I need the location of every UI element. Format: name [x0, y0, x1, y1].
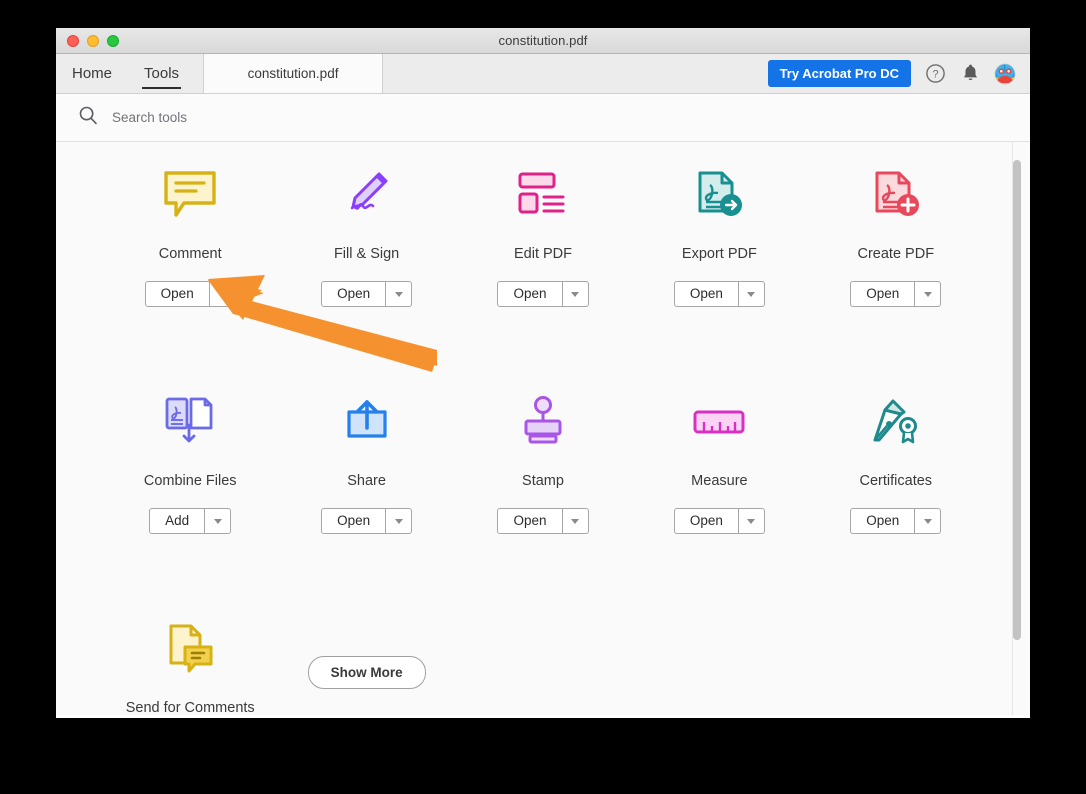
comment-open-dropdown-caret[interactable] [209, 282, 235, 306]
tool-label: Comment [159, 244, 222, 265]
certificates-dropdown-caret[interactable] [914, 509, 940, 533]
export-pdf-open-button-group[interactable]: Open [674, 281, 765, 307]
tab-bar: Home Tools constitution.pdf Try Acrobat … [56, 54, 1030, 94]
edit-pdf-open-button[interactable]: Open [498, 282, 561, 306]
tab-tools-label: Tools [144, 65, 179, 82]
measure-open-button-group[interactable]: Open [674, 508, 765, 534]
user-avatar[interactable] [994, 63, 1016, 85]
certificates-open-button[interactable]: Open [851, 509, 914, 533]
share-upload-icon [330, 385, 404, 459]
fill-and-sign-open-button[interactable]: Open [322, 282, 385, 306]
stamp-icon [506, 385, 580, 459]
vertical-scrollbar[interactable] [1013, 142, 1027, 715]
tools-grid: Comment Open Fill & Sign Open [56, 142, 1030, 715]
tool-label: Send for Comments [126, 698, 255, 715]
edit-layout-icon [506, 158, 580, 232]
comment-open-button-group[interactable]: Open [145, 281, 236, 307]
search-icon [78, 105, 98, 130]
tool-label: Edit PDF [514, 244, 572, 265]
search-bar[interactable]: Search tools [56, 94, 1030, 142]
measure-dropdown-caret[interactable] [738, 509, 764, 533]
close-button[interactable] [67, 35, 79, 47]
combine-files-dropdown-caret[interactable] [204, 509, 230, 533]
send-comments-icon [153, 612, 227, 686]
combine-files-add-button[interactable]: Add [150, 509, 204, 533]
tool-label: Stamp [522, 471, 564, 492]
tab-home-label: Home [72, 65, 112, 82]
combine-files-icon [153, 385, 227, 459]
share-open-button[interactable]: Open [322, 509, 385, 533]
bell-icon[interactable] [959, 63, 981, 85]
show-more-cell: Show More [278, 596, 454, 715]
tool-label: Export PDF [682, 244, 757, 265]
tab-home[interactable]: Home [56, 54, 128, 93]
svg-text:?: ? [932, 69, 938, 81]
tool-card-comment[interactable]: Comment Open [102, 142, 278, 369]
scrollbar-thumb[interactable] [1013, 160, 1021, 640]
share-dropdown-caret[interactable] [385, 509, 411, 533]
stamp-dropdown-caret[interactable] [562, 509, 588, 533]
acrobat-window: constitution.pdf Home Tools constitution… [56, 28, 1030, 718]
tool-label: Combine Files [144, 471, 237, 492]
tool-label: Share [347, 471, 386, 492]
tab-tools[interactable]: Tools [128, 54, 195, 93]
fill-and-sign-open-button-group[interactable]: Open [321, 281, 412, 307]
create-pdf-open-button-group[interactable]: Open [850, 281, 941, 307]
tool-label: Fill & Sign [334, 244, 399, 265]
window-title: constitution.pdf [56, 33, 1030, 48]
tool-label: Measure [691, 471, 747, 492]
tool-card-certificates[interactable]: Certificates Open [808, 369, 984, 596]
tool-card-send-for-comments[interactable]: Send for Comments [102, 596, 278, 715]
edit-pdf-dropdown-caret[interactable] [562, 282, 588, 306]
measure-open-button[interactable]: Open [675, 509, 738, 533]
try-acrobat-pro-button[interactable]: Try Acrobat Pro DC [768, 60, 911, 87]
tool-card-create-pdf[interactable]: Create PDF Open [808, 142, 984, 369]
maximize-button[interactable] [107, 35, 119, 47]
tools-panel: Comment Open Fill & Sign Open [56, 142, 1030, 715]
window-controls [67, 35, 119, 47]
search-input[interactable]: Search tools [112, 110, 187, 125]
fill-and-sign-dropdown-caret[interactable] [385, 282, 411, 306]
tool-card-export-pdf[interactable]: Export PDF Open [631, 142, 807, 369]
certificates-open-button-group[interactable]: Open [850, 508, 941, 534]
help-circle-icon[interactable]: ? [924, 63, 946, 85]
edit-pdf-open-button-group[interactable]: Open [497, 281, 588, 307]
tool-label: Certificates [860, 471, 933, 492]
export-pdf-icon [682, 158, 756, 232]
comment-open-button[interactable]: Open [146, 282, 209, 306]
tool-label: Create PDF [858, 244, 935, 265]
tool-card-edit-pdf[interactable]: Edit PDF Open [455, 142, 631, 369]
stamp-open-button-group[interactable]: Open [497, 508, 588, 534]
tab-bar-filler [383, 54, 768, 93]
share-open-button-group[interactable]: Open [321, 508, 412, 534]
show-more-button[interactable]: Show More [308, 656, 426, 689]
pen-signature-icon [330, 158, 404, 232]
comment-bubble-icon [153, 158, 227, 232]
tool-card-fill-and-sign[interactable]: Fill & Sign Open [278, 142, 454, 369]
create-pdf-dropdown-caret[interactable] [914, 282, 940, 306]
stamp-open-button[interactable]: Open [498, 509, 561, 533]
tool-card-combine-files[interactable]: Combine Files Add [102, 369, 278, 596]
export-pdf-open-button[interactable]: Open [675, 282, 738, 306]
title-bar: constitution.pdf [56, 28, 1030, 54]
export-pdf-dropdown-caret[interactable] [738, 282, 764, 306]
tab-document[interactable]: constitution.pdf [203, 54, 383, 93]
ruler-icon [682, 385, 756, 459]
certificate-pen-icon [859, 385, 933, 459]
tool-card-share[interactable]: Share Open [278, 369, 454, 596]
create-pdf-open-button[interactable]: Open [851, 282, 914, 306]
tab-document-label: constitution.pdf [248, 66, 339, 81]
combine-files-add-button-group[interactable]: Add [149, 508, 231, 534]
minimize-button[interactable] [87, 35, 99, 47]
tab-bar-actions: Try Acrobat Pro DC ? [768, 54, 1030, 93]
tool-card-measure[interactable]: Measure Open [631, 369, 807, 596]
create-pdf-icon [859, 158, 933, 232]
tool-card-stamp[interactable]: Stamp Open [455, 369, 631, 596]
